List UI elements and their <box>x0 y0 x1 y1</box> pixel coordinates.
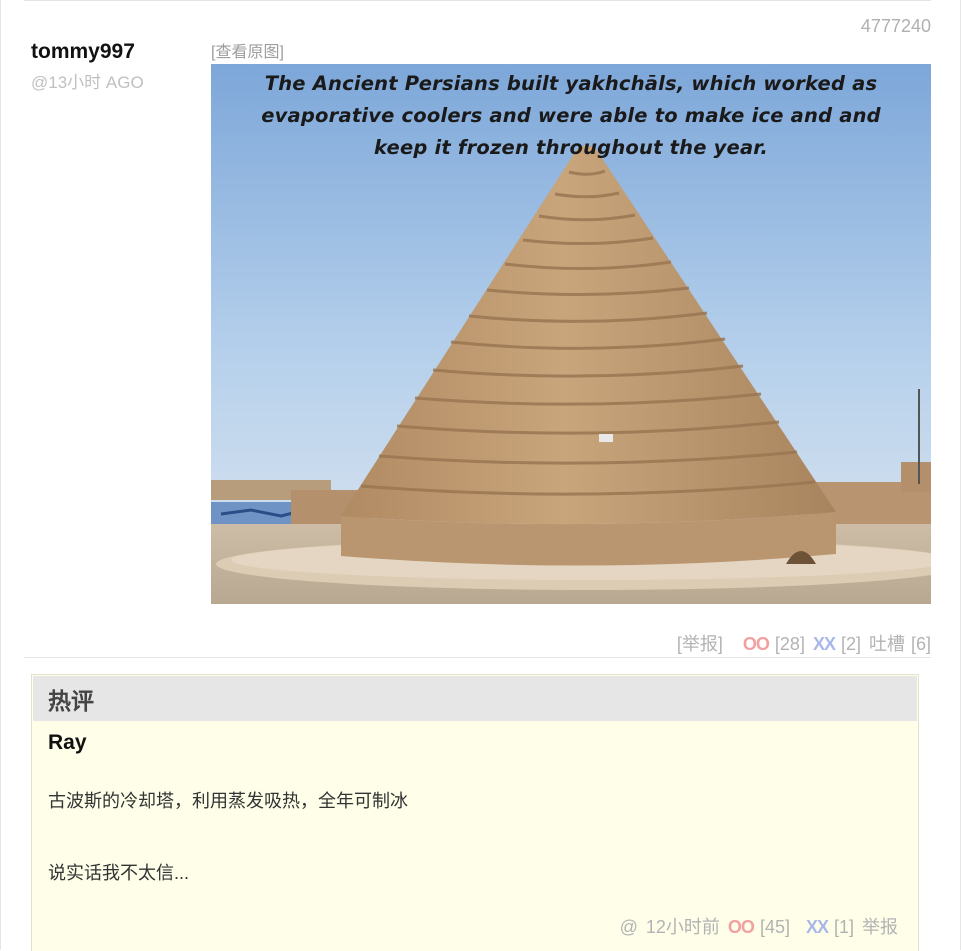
comment-text: 说实话我不太信... <box>48 863 190 883</box>
comment-report-link[interactable]: 举报 <box>862 913 898 939</box>
hot-comments-title: 热评 <box>32 675 918 722</box>
comment-xx-count: [1] <box>833 917 854 937</box>
comment-xx-button[interactable]: XX <box>806 917 829 938</box>
image-caption: The Ancient Persians built yakhchāls, wh… <box>211 68 931 164</box>
comment-text: 古波斯的冷却塔，利用蒸发吸热，全年可制冰 <box>48 791 408 811</box>
comment-author[interactable]: Ray <box>48 731 87 755</box>
comment-oo-button[interactable]: OO <box>728 917 755 938</box>
post-image[interactable]: The Ancient Persians built yakhchāls, wh… <box>211 64 931 604</box>
report-link[interactable]: [举报] <box>677 630 723 656</box>
hot-comments-panel: 热评 Ray 古波斯的冷却塔，利用蒸发吸热，全年可制冰 说实话我不太信... @… <box>31 674 919 951</box>
caption-line: evaporative coolers and were able to mak… <box>261 104 881 127</box>
page-border-left <box>0 0 1 950</box>
post-author[interactable]: tommy997 <box>31 40 135 64</box>
post-time: @13小时 AGO <box>31 73 144 92</box>
post-actions: [举报] OO [28] XX [2] 吐槽 [6] <box>677 630 931 656</box>
tucao-count: [6] <box>910 634 931 654</box>
post-id: 4777240 <box>860 16 931 36</box>
comment-time: 12小时前 <box>645 917 720 937</box>
xx-count: [2] <box>840 634 861 654</box>
comment-meta: @ 12小时前 OO [45] XX [1] 举报 <box>620 913 898 939</box>
comment-oo-count: [45] <box>759 917 790 937</box>
tucao-button[interactable]: 吐槽 <box>869 630 905 656</box>
post-divider <box>24 657 931 658</box>
top-divider <box>24 0 931 1</box>
caption-line: The Ancient Persians built yakhchāls, wh… <box>264 72 878 95</box>
caption-line: keep it frozen throughout the year. <box>374 136 768 159</box>
oo-count: [28] <box>774 634 805 654</box>
reply-at-button[interactable]: @ <box>620 917 638 938</box>
view-original-link[interactable]: [查看原图] <box>211 38 284 62</box>
oo-vote-button[interactable]: OO <box>743 634 770 655</box>
xx-vote-button[interactable]: XX <box>813 634 836 655</box>
